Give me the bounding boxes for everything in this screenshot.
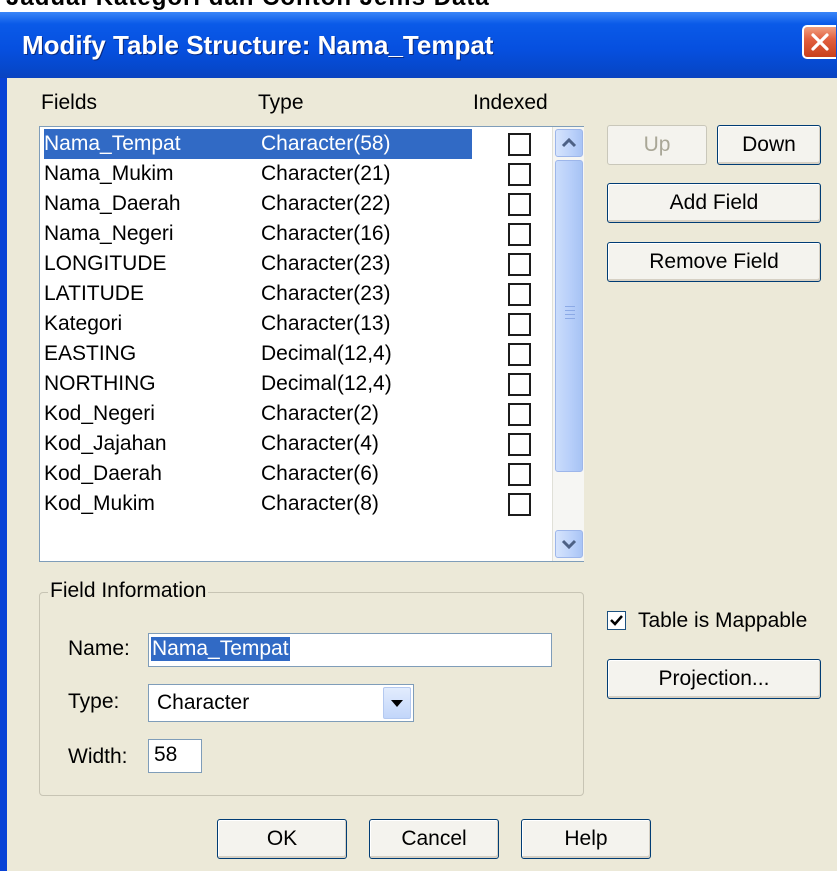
cropped-caption-text: Jadual Kategori dan Contoh Jenis Data bbox=[6, 0, 490, 12]
field-type: Character(13) bbox=[261, 312, 391, 335]
scroll-thumb-grip bbox=[565, 318, 575, 319]
field-type: Decimal(12,4) bbox=[261, 342, 392, 365]
width-input-value: 58 bbox=[154, 743, 178, 766]
fields-column-header: Fields bbox=[41, 91, 98, 114]
width-label: Width: bbox=[68, 745, 128, 768]
indexed-checkbox[interactable] bbox=[508, 433, 531, 456]
indexed-checkbox[interactable] bbox=[508, 313, 531, 336]
field-name: NORTHING bbox=[44, 372, 156, 395]
indexed-checkbox[interactable] bbox=[508, 223, 531, 246]
field-type: Character(23) bbox=[261, 282, 391, 305]
field-row[interactable]: LATITUDE Character(23) bbox=[44, 279, 558, 309]
field-row[interactable]: Kod_Negeri Character(2) bbox=[44, 399, 558, 429]
remove-field-button[interactable]: Remove Field bbox=[607, 242, 821, 282]
field-type: Character(58) bbox=[261, 132, 391, 155]
field-name: LATITUDE bbox=[44, 282, 144, 305]
fields-list[interactable]: Nama_Tempat Character(58) Nama_Mukim Charac… bbox=[39, 126, 584, 562]
fields-list-scrollbar[interactable] bbox=[552, 127, 584, 561]
field-type: Character(8) bbox=[261, 492, 379, 515]
chevron-down-icon bbox=[561, 539, 577, 549]
field-type: Character(22) bbox=[261, 192, 391, 215]
type-column-header: Type bbox=[258, 91, 304, 114]
scroll-thumb-grip bbox=[565, 306, 575, 307]
indexed-checkbox[interactable] bbox=[508, 403, 531, 426]
field-type: Character(4) bbox=[261, 432, 379, 455]
up-button[interactable]: Up bbox=[607, 125, 707, 165]
field-row[interactable]: EASTING Decimal(12,4) bbox=[44, 339, 558, 369]
scroll-up-button[interactable] bbox=[555, 129, 583, 157]
table-mappable-checkbox[interactable] bbox=[607, 611, 626, 630]
dialog-window: Modify Table Structure: Nama_Tempat Fiel… bbox=[0, 12, 837, 871]
field-row[interactable]: LONGITUDE Character(23) bbox=[44, 249, 558, 279]
field-name: Kategori bbox=[44, 312, 123, 335]
indexed-column-header: Indexed bbox=[473, 91, 548, 114]
name-label: Name: bbox=[68, 637, 130, 660]
checkmark-icon bbox=[610, 615, 623, 626]
close-icon bbox=[811, 33, 829, 51]
indexed-checkbox[interactable] bbox=[508, 493, 531, 516]
field-name: Nama_Tempat bbox=[44, 132, 181, 155]
down-button[interactable]: Down bbox=[717, 125, 821, 165]
type-dropdown-button[interactable] bbox=[383, 687, 411, 719]
field-type: Character(16) bbox=[261, 222, 391, 245]
field-row[interactable]: Nama_Mukim Character(21) bbox=[44, 159, 558, 189]
indexed-checkbox[interactable] bbox=[508, 253, 531, 276]
field-name: LONGITUDE bbox=[44, 252, 167, 275]
projection-button[interactable]: Projection... bbox=[607, 659, 821, 699]
field-name: Kod_Daerah bbox=[44, 462, 162, 485]
table-mappable-label[interactable]: Table is Mappable bbox=[638, 609, 807, 633]
field-type: Character(21) bbox=[261, 162, 391, 185]
scroll-thumb[interactable] bbox=[555, 160, 583, 472]
name-input[interactable]: Nama_Tempat bbox=[148, 633, 552, 667]
cancel-button[interactable]: Cancel bbox=[369, 819, 499, 859]
field-name: EASTING bbox=[44, 342, 137, 365]
ok-button[interactable]: OK bbox=[217, 819, 347, 859]
field-type: Character(2) bbox=[261, 402, 379, 425]
type-select[interactable]: Character bbox=[148, 684, 414, 722]
field-name: Nama_Negeri bbox=[44, 222, 174, 245]
chevron-up-icon bbox=[561, 138, 577, 148]
dialog-client-area: Fields Type Indexed Nama_Tempat Character… bbox=[7, 78, 837, 871]
field-information-group: Field Information Name: Nama_Tempat Type… bbox=[39, 579, 584, 796]
indexed-checkbox[interactable] bbox=[508, 163, 531, 186]
field-information-title: Field Information bbox=[48, 579, 209, 603]
indexed-checkbox[interactable] bbox=[508, 283, 531, 306]
field-row[interactable]: Kod_Daerah Character(6) bbox=[44, 459, 558, 489]
title-bar[interactable]: Modify Table Structure: Nama_Tempat bbox=[0, 12, 837, 78]
width-input[interactable]: 58 bbox=[148, 739, 202, 773]
type-select-value: Character bbox=[157, 691, 250, 714]
field-name: Nama_Daerah bbox=[44, 192, 181, 215]
field-type: Character(23) bbox=[261, 252, 391, 275]
indexed-checkbox[interactable] bbox=[508, 463, 531, 486]
help-button[interactable]: Help bbox=[521, 819, 651, 859]
type-label: Type: bbox=[68, 690, 120, 713]
dropdown-arrow-icon bbox=[391, 699, 403, 707]
scroll-down-button[interactable] bbox=[555, 530, 583, 558]
field-name: Kod_Mukim bbox=[44, 492, 155, 515]
field-name: Kod_Negeri bbox=[44, 402, 155, 425]
field-row[interactable]: Nama_Tempat Character(58) bbox=[44, 129, 558, 159]
add-field-button[interactable]: Add Field bbox=[607, 183, 821, 223]
scroll-thumb-grip bbox=[565, 310, 575, 311]
field-type: Character(6) bbox=[261, 462, 379, 485]
field-row[interactable]: Kategori Character(13) bbox=[44, 309, 558, 339]
field-type: Decimal(12,4) bbox=[261, 372, 392, 395]
indexed-checkbox[interactable] bbox=[508, 373, 531, 396]
field-row[interactable]: NORTHING Decimal(12,4) bbox=[44, 369, 558, 399]
indexed-checkbox[interactable] bbox=[508, 133, 531, 156]
field-name: Nama_Mukim bbox=[44, 162, 174, 185]
field-name: Kod_Jajahan bbox=[44, 432, 167, 455]
field-row[interactable]: Nama_Negeri Character(16) bbox=[44, 219, 558, 249]
scroll-thumb-grip bbox=[565, 314, 575, 315]
close-button[interactable] bbox=[802, 25, 836, 59]
name-input-value: Nama_Tempat bbox=[151, 637, 290, 661]
field-row[interactable]: Nama_Daerah Character(22) bbox=[44, 189, 558, 219]
indexed-checkbox[interactable] bbox=[508, 343, 531, 366]
field-row[interactable]: Kod_Mukim Character(8) bbox=[44, 489, 558, 519]
field-row[interactable]: Kod_Jajahan Character(4) bbox=[44, 429, 558, 459]
window-title: Modify Table Structure: Nama_Tempat bbox=[22, 30, 494, 60]
indexed-checkbox[interactable] bbox=[508, 193, 531, 216]
cropped-caption: Jadual Kategori dan Contoh Jenis Data bbox=[0, 0, 837, 12]
